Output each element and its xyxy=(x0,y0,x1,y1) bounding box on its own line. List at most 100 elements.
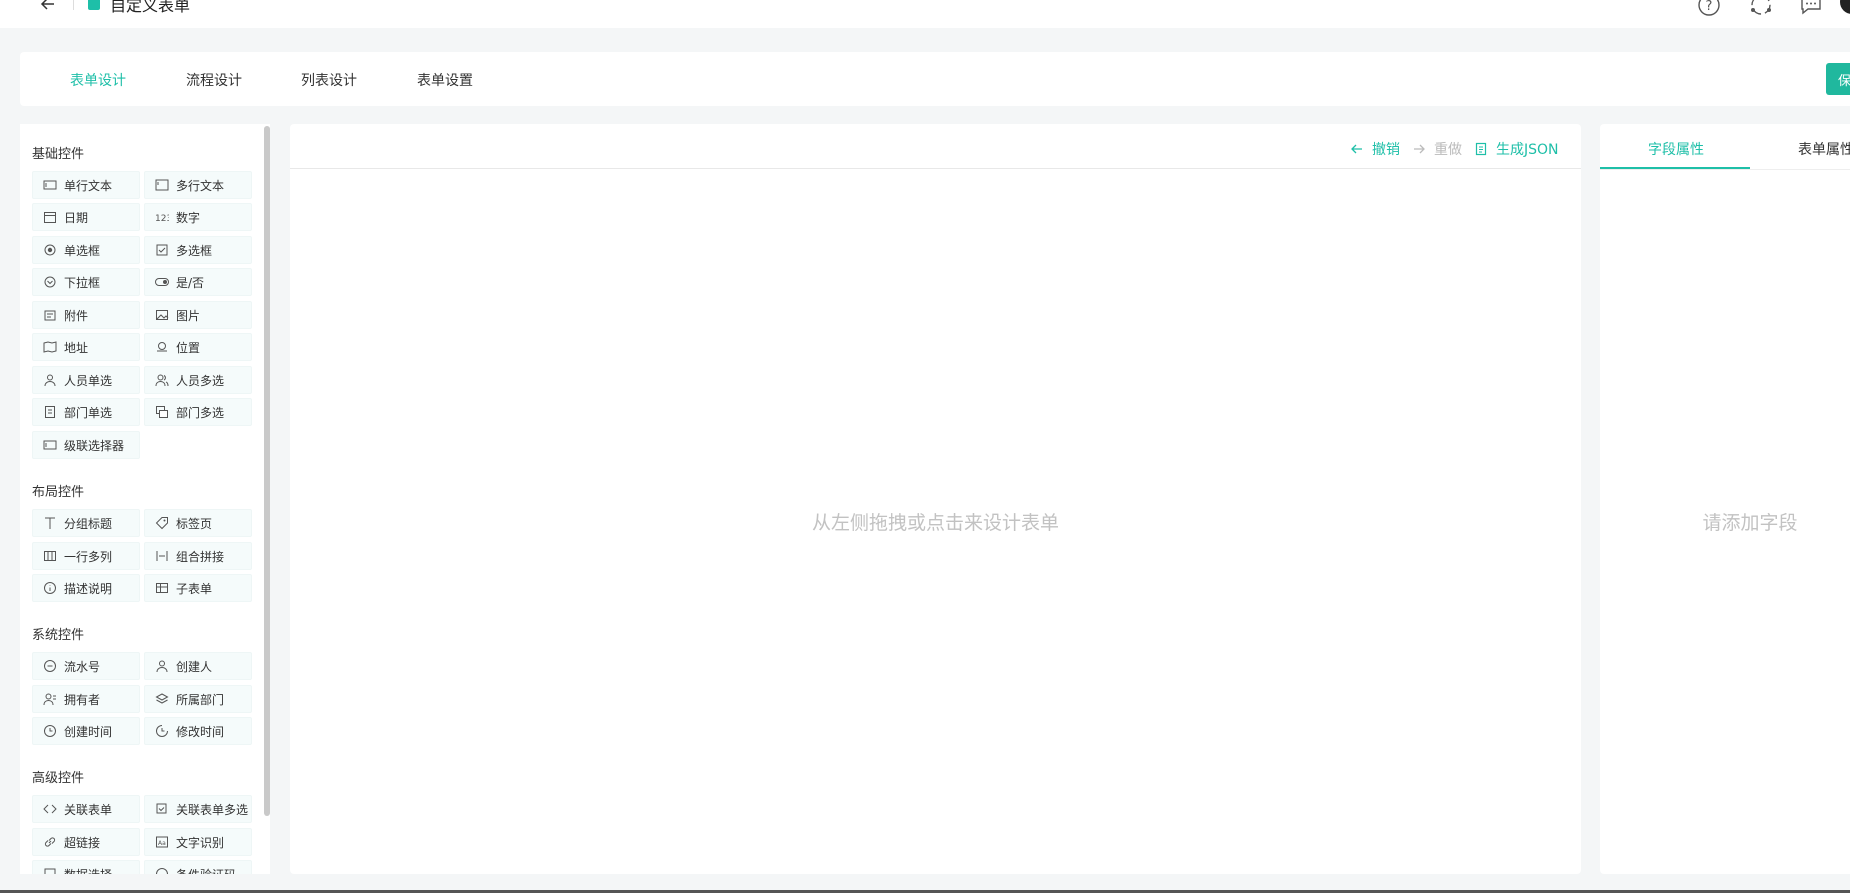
svg-text:Aa: Aa xyxy=(158,840,166,847)
multi-check-icon xyxy=(154,802,170,816)
undo-arrow-icon xyxy=(1351,144,1362,154)
control-address[interactable]: 地址 xyxy=(32,333,140,361)
map-icon xyxy=(42,340,58,354)
top-bar: 自定义表单 ? xyxy=(0,0,1850,28)
control-tabs[interactable]: 标签页 xyxy=(144,509,252,537)
design-tabs-bar: 表单设计 流程设计 列表设计 表单设置 xyxy=(20,52,1850,106)
back-arrow-icon[interactable] xyxy=(38,0,58,14)
control-owner[interactable]: 拥有者 xyxy=(32,685,140,713)
department-icon xyxy=(42,405,58,419)
form-canvas[interactable]: 撤销 重做 生成JSON 从左侧拖拽或点击来设计表单 xyxy=(290,124,1581,874)
control-dept-single[interactable]: 部门单选 xyxy=(32,398,140,426)
control-multi-column[interactable]: 一行多列 xyxy=(32,542,140,570)
control-attachment[interactable]: 附件 xyxy=(32,301,140,329)
generate-json-button[interactable]: 生成JSON xyxy=(1474,139,1559,159)
control-hyperlink[interactable]: 超链接 xyxy=(32,828,140,856)
control-ocr[interactable]: Aa 文字识别 xyxy=(144,828,252,856)
canvas-empty-hint: 从左侧拖拽或点击来设计表单 xyxy=(811,512,1059,534)
control-location[interactable]: 位置 xyxy=(144,333,252,361)
properties-panel: 字段属性 表单属性 请添加字段 xyxy=(1600,124,1850,874)
control-description[interactable]: 描述说明 xyxy=(32,574,140,602)
tab-form-properties[interactable]: 表单属性 xyxy=(1798,139,1850,159)
clock-edit-icon xyxy=(154,724,170,738)
control-owner-dept[interactable]: 所属部门 xyxy=(144,685,252,713)
control-multi-line-text[interactable]: 多行文本 xyxy=(144,171,252,199)
help-icon[interactable]: ? xyxy=(1696,0,1722,18)
control-serial-number[interactable]: 流水号 xyxy=(32,652,140,680)
calendar-icon xyxy=(42,210,58,224)
control-data-select[interactable]: 数据选择 xyxy=(32,860,140,874)
control-subform[interactable]: 子表单 xyxy=(144,574,252,602)
clock-icon xyxy=(42,724,58,738)
link-pair-icon xyxy=(42,802,58,816)
active-tab-indicator xyxy=(1600,167,1750,169)
control-single-line-text[interactable]: 单行文本 xyxy=(32,171,140,199)
serial-icon xyxy=(42,659,58,673)
checkbox-icon xyxy=(154,243,170,257)
network-icon[interactable] xyxy=(1748,0,1774,18)
columns-icon xyxy=(42,549,58,563)
section-title-advanced: 高级控件 xyxy=(32,771,85,786)
dropdown-icon xyxy=(42,275,58,289)
palette-scrollbar[interactable] xyxy=(264,126,270,816)
control-related-form-multi[interactable]: 关联表单多选 xyxy=(144,795,252,823)
control-user-single[interactable]: 人员单选 xyxy=(32,366,140,394)
properties-empty-hint: 请添加字段 xyxy=(1702,512,1798,534)
tag-icon xyxy=(154,516,170,530)
section-title-system: 系统控件 xyxy=(32,628,85,643)
location-icon xyxy=(154,340,170,354)
control-user-multi[interactable]: 人员多选 xyxy=(144,366,252,394)
undo-button[interactable]: 撤销 xyxy=(1350,139,1400,159)
attachment-icon xyxy=(42,308,58,322)
control-image[interactable]: 图片 xyxy=(144,301,252,329)
departments-icon xyxy=(154,405,170,419)
control-verify-code[interactable]: 条件验证码 xyxy=(144,860,252,874)
svg-text:?: ? xyxy=(1706,0,1713,14)
avatar[interactable] xyxy=(1840,0,1850,14)
text-t-icon xyxy=(42,516,58,530)
control-checkbox[interactable]: 多选框 xyxy=(144,236,252,264)
tab-form-settings[interactable]: 表单设置 xyxy=(417,70,473,90)
panel-tab-divider xyxy=(1600,169,1850,170)
title-divider xyxy=(73,0,74,10)
tab-list-design[interactable]: 列表设计 xyxy=(301,70,357,90)
control-cascader[interactable]: 级联选择器 xyxy=(32,431,140,459)
control-combine[interactable]: 组合拼接 xyxy=(144,542,252,570)
toggle-icon xyxy=(154,275,170,289)
tab-form-design[interactable]: 表单设计 xyxy=(70,70,126,90)
control-creator[interactable]: 创建人 xyxy=(144,652,252,680)
control-created-time[interactable]: 创建时间 xyxy=(32,717,140,745)
ocr-icon: Aa xyxy=(154,835,170,849)
input-box-icon xyxy=(42,178,58,192)
data-icon xyxy=(42,867,58,874)
redo-button[interactable]: 重做 xyxy=(1412,139,1462,159)
control-number[interactable]: 123数字 xyxy=(144,203,252,231)
control-related-form[interactable]: 关联表单 xyxy=(32,795,140,823)
control-yes-no[interactable]: 是/否 xyxy=(144,268,252,296)
redo-arrow-icon xyxy=(1414,144,1425,154)
save-button[interactable]: 保 xyxy=(1826,63,1850,95)
control-dropdown[interactable]: 下拉框 xyxy=(32,268,140,296)
tab-field-properties[interactable]: 字段属性 xyxy=(1648,139,1704,159)
control-palette: 基础控件 单行文本 多行文本 日期 123数字 单选框 多选框 下拉框 是/否 … xyxy=(20,124,270,874)
link-icon xyxy=(42,835,58,849)
radio-icon xyxy=(42,243,58,257)
control-dept-multi[interactable]: 部门多选 xyxy=(144,398,252,426)
control-radio[interactable]: 单选框 xyxy=(32,236,140,264)
control-modified-time[interactable]: 修改时间 xyxy=(144,717,252,745)
chat-icon[interactable] xyxy=(1798,0,1824,18)
verify-icon xyxy=(154,867,170,874)
info-icon xyxy=(42,581,58,595)
page-title: 自定义表单 xyxy=(110,0,191,15)
section-title-basic: 基础控件 xyxy=(32,147,85,162)
cascader-icon xyxy=(42,438,58,452)
section-title-layout: 布局控件 xyxy=(32,485,85,500)
table-icon xyxy=(154,581,170,595)
control-group-title[interactable]: 分组标题 xyxy=(32,509,140,537)
canvas-toolbar: 撤销 重做 生成JSON xyxy=(290,124,1581,169)
document-icon xyxy=(1475,142,1487,156)
tab-flow-design[interactable]: 流程设计 xyxy=(186,70,242,90)
owner-icon xyxy=(42,692,58,706)
number-icon: 123 xyxy=(154,210,170,224)
control-date[interactable]: 日期 xyxy=(32,203,140,231)
